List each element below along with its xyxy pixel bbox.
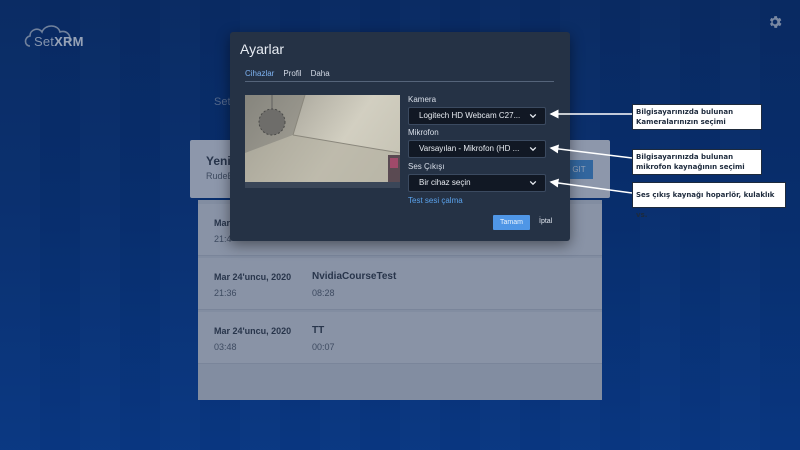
- cancel-button[interactable]: İptal: [539, 218, 552, 225]
- camera-preview-image: [245, 95, 400, 182]
- camera-preview: [245, 95, 400, 182]
- settings-dialog: Ayarlar Cihazlar Profil Daha Kamera Logi…: [230, 32, 570, 241]
- test-sound-link[interactable]: Test sesi çalma: [408, 196, 463, 205]
- ok-button[interactable]: Tamam: [493, 215, 530, 230]
- camera-label: Kamera: [408, 95, 437, 104]
- tab-divider: [245, 81, 554, 82]
- preview-bar: [245, 182, 400, 188]
- speaker-select[interactable]: Bir cihaz seçin: [408, 174, 546, 192]
- mic-select[interactable]: Varsayılan - Mikrofon (HD ...: [408, 140, 546, 158]
- chevron-down-icon: [529, 113, 537, 119]
- camera-select-value: Logitech HD Webcam C27...: [419, 111, 521, 120]
- speaker-callout: Ses çıkış kaynağı hoparlör, kulaklık vs.: [632, 182, 786, 219]
- speaker-label: Ses Çıkışı: [408, 162, 445, 171]
- camera-select[interactable]: Logitech HD Webcam C27...: [408, 107, 546, 125]
- camera-callout: Bilgisayarınızda bulunan Kameralarınızın…: [632, 104, 762, 130]
- chevron-down-icon: [529, 180, 537, 186]
- mic-label: Mikrofon: [408, 128, 439, 137]
- mic-select-value: Varsayılan - Mikrofon (HD ...: [419, 144, 520, 153]
- mic-callout: Bilgisayarınızda bulunan mikrofon kaynağ…: [632, 149, 762, 175]
- speaker-select-value: Bir cihaz seçin: [419, 178, 471, 187]
- chevron-down-icon: [529, 146, 537, 152]
- dialog-title: Ayarlar: [240, 41, 285, 57]
